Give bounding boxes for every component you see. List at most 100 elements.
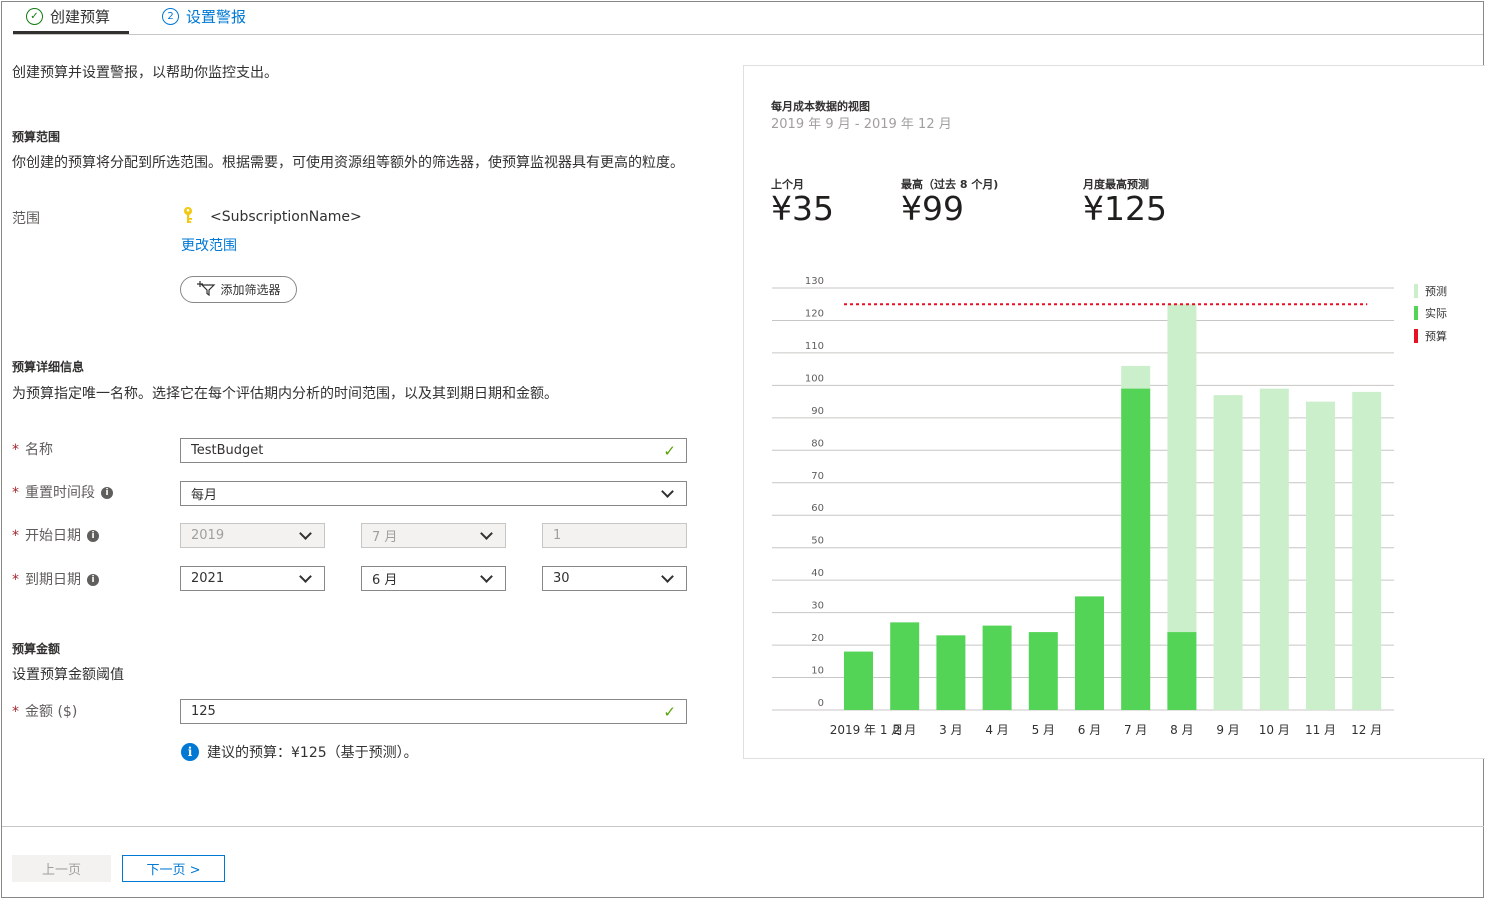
x-tick-label: 8 月 (1170, 723, 1193, 737)
start-year-value: 2019 (191, 528, 225, 543)
tab-divider (13, 34, 1483, 35)
start-day-input: 1 (542, 523, 687, 548)
required-mark: * (12, 485, 19, 501)
required-mark: * (12, 442, 19, 458)
y-tick-label: 10 (811, 666, 824, 677)
actual-bar (844, 651, 873, 710)
y-tick-label: 50 (811, 536, 824, 547)
y-tick-label: 0 (818, 698, 824, 709)
step-number-icon: 2 (162, 7, 179, 25)
previous-button[interactable]: 上一页 (12, 855, 111, 882)
kpi-highest: 最高（过去 8 个月) ¥99 (901, 176, 998, 226)
y-tick-label: 100 (805, 373, 824, 384)
end-year-value: 2021 (191, 571, 225, 586)
legend-budget-label: 预算 (1425, 330, 1447, 343)
legend-actual-swatch (1414, 306, 1418, 320)
tab-create-budget-label: 创建预算 (50, 7, 111, 26)
name-input[interactable]: TestBudget ✓ (180, 438, 687, 463)
details-section-description: 为预算指定唯一名称。选择它在每个评估期内分析的时间范围，以及其到期日期和金额。 (12, 386, 558, 402)
x-tick-label: 10 月 (1259, 723, 1290, 737)
x-tick-label: 6 月 (1078, 723, 1101, 737)
actual-bar (1167, 632, 1197, 710)
x-tick-label: 5 月 (1032, 723, 1055, 737)
tab-create-budget[interactable]: ✓ 创建预算 (26, 6, 110, 26)
info-icon[interactable]: i (101, 487, 113, 499)
budget-suggestion-text: 建议的预算：¥125（基于预测）。 (207, 745, 418, 761)
actual-bar (1075, 596, 1104, 710)
end-date-label: * 到期日期 i (12, 569, 99, 589)
kpi-last-month-value: ¥35 (771, 189, 834, 228)
tab-set-alerts[interactable]: 2 设置警报 (162, 6, 246, 26)
actual-bar (982, 625, 1012, 710)
required-mark: * (12, 572, 19, 588)
tab-set-alerts-label: 设置警报 (186, 7, 247, 26)
chevron-down-icon (299, 526, 312, 540)
add-filter-button[interactable]: 添加筛选器 (180, 276, 297, 303)
y-tick-label: 90 (811, 406, 824, 417)
forecast-bar (1306, 401, 1335, 710)
end-day-select[interactable]: 30 (542, 566, 687, 591)
y-tick-label: 60 (811, 503, 824, 514)
start-date-label: * 开始日期 i (12, 525, 99, 545)
monthly-cost-chart: 01020304050607080901001101201302019 年 1 … (772, 276, 1394, 737)
required-mark: * (12, 704, 19, 720)
forecast-bar (1259, 388, 1289, 710)
panel-title: 每月成本数据的视图 (771, 100, 870, 113)
amount-label: * 金额 ($) (12, 704, 78, 720)
actual-bar (890, 622, 920, 710)
name-input-value: TestBudget (191, 443, 264, 458)
y-tick-label: 130 (805, 276, 824, 287)
amount-input[interactable]: 125 ✓ (180, 699, 687, 724)
check-circle-icon: ✓ (26, 7, 43, 25)
required-mark: * (12, 528, 19, 544)
budget-suggestion: i 建议的预算：¥125（基于预测）。 (181, 742, 418, 762)
chevron-down-icon (661, 484, 674, 498)
legend-actual: 实际 (1414, 305, 1447, 321)
scope-label: 范围 (12, 211, 40, 227)
legend-forecast: 预测 (1414, 283, 1447, 299)
forecast-bar (1352, 391, 1382, 710)
intro-text: 创建预算并设置警报，以帮助你监控支出。 (12, 65, 278, 81)
chevron-down-icon (299, 569, 312, 583)
add-filter-icon (196, 280, 216, 299)
next-button[interactable]: 下一页 > (122, 855, 225, 882)
valid-check-icon: ✓ (663, 441, 676, 460)
legend-actual-label: 实际 (1425, 307, 1447, 320)
kpi-highest-value: ¥99 (901, 189, 964, 228)
info-icon[interactable]: i (87, 574, 99, 586)
end-month-value: 6 月 (372, 573, 398, 588)
y-tick-label: 110 (805, 341, 824, 352)
scope-section-title: 预算范围 (12, 130, 61, 144)
y-tick-label: 120 (805, 308, 824, 319)
kpi-forecast-max-value: ¥125 (1083, 189, 1167, 228)
scope-section-description: 你创建的预算将分配到所选范围。根据需要，可使用资源组等额外的筛选器，使预算监视器… (12, 155, 684, 171)
change-scope-link[interactable]: 更改范围 (181, 235, 237, 255)
legend-forecast-swatch (1414, 284, 1418, 298)
reset-period-value: 每月 (191, 488, 218, 503)
end-year-select[interactable]: 2021 (180, 566, 325, 591)
y-tick-label: 20 (811, 633, 824, 644)
start-year-select: 2019 (180, 523, 325, 548)
actual-bar (936, 635, 966, 710)
forecast-bar (1213, 395, 1243, 710)
y-tick-label: 30 (811, 601, 824, 612)
actual-bar (1121, 388, 1151, 710)
amount-section-description: 设置预算金额阈值 (12, 667, 124, 683)
info-icon[interactable]: i (87, 530, 99, 542)
start-month-select: 7 月 (361, 523, 506, 548)
start-day-value: 1 (553, 528, 562, 543)
x-tick-label: 12 月 (1351, 723, 1382, 737)
kpi-last-month: 上个月 ¥35 (771, 176, 834, 226)
add-filter-label: 添加筛选器 (220, 283, 281, 297)
amount-section-title: 预算金额 (12, 642, 61, 656)
chevron-down-icon (661, 569, 674, 583)
chevron-down-icon (480, 526, 493, 540)
y-tick-label: 40 (811, 568, 824, 579)
end-month-select[interactable]: 6 月 (361, 566, 506, 591)
reset-period-select[interactable]: 每月 (180, 481, 687, 506)
panel-date-range: 2019 年 9 月 - 2019 年 12 月 (771, 117, 952, 132)
chevron-down-icon (480, 569, 493, 583)
end-day-value: 30 (553, 571, 570, 586)
y-tick-label: 80 (811, 438, 824, 449)
legend-forecast-label: 预测 (1425, 285, 1447, 298)
